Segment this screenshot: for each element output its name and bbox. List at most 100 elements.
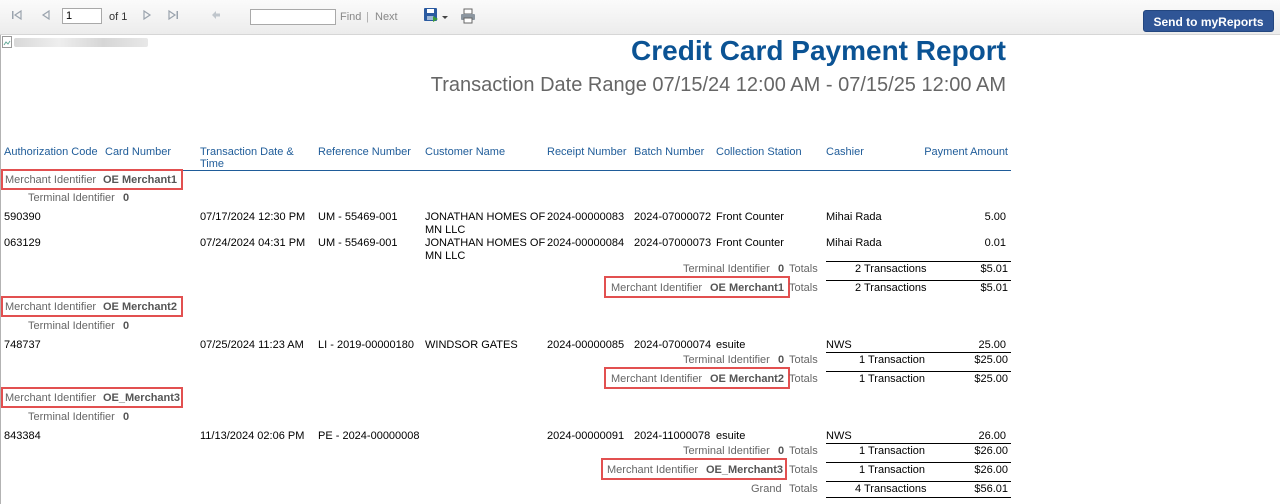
transaction-count: 1 Transaction [859,373,926,385]
send-to-myreports-button[interactable]: Send to myReports [1143,10,1274,32]
print-icon[interactable] [460,8,476,24]
page-count-label: of 1 [109,11,128,23]
customer-name-line1: JONATHAN HOMES OF [425,237,546,249]
merchant-identifier-label: Merchant Identifier [5,174,97,186]
merchant-identifier-value: OE Merchant1 [710,282,784,294]
next-page-icon[interactable] [140,9,154,23]
customer-name: WINDSOR GATES [425,339,518,351]
cashier: NWS [826,430,852,442]
auth-code: 843384 [4,430,41,442]
total-rule [826,443,1011,444]
total-rule [826,261,1011,262]
last-page-icon[interactable] [166,9,180,23]
total-rule [826,497,1011,498]
cashier: NWS [826,339,852,351]
grand-label: Grand [751,483,782,495]
collection-station: Front Counter [716,211,784,223]
reference-number: UM - 55469-001 [318,211,398,223]
total-rule [826,462,1011,463]
receipt-number: 2024-00000084 [547,237,625,249]
prev-page-icon[interactable] [39,9,53,23]
merchant-identifier-value: OE Merchant1 [103,174,177,186]
transaction-count: 1 Transaction [859,445,926,457]
batch-number: 2024-07000074 [634,339,712,351]
payment-amount: 26.00 [978,430,1006,442]
merchant-identifier-value: OE_Merchant3 [103,392,181,404]
receipt-number: 2024-00000085 [547,339,625,351]
payment-amount: 25.00 [978,339,1006,351]
total-rule [826,481,1011,482]
total-rule [826,280,1011,281]
report-logo-image [2,36,150,50]
terminal-identifier-value: 0 [778,354,785,366]
transaction-date: 07/24/2024 04:31 PM [200,237,306,249]
total-amount: $26.00 [974,464,1008,476]
collection-station: Front Counter [716,237,784,249]
col-payment-amount: Payment Amount [924,146,1008,158]
total-amount: $25.00 [974,373,1008,385]
col-customer-name: Customer Name [425,146,506,158]
merchant-identifier-label: Merchant Identifier [5,392,97,404]
report-date-range: Transaction Date Range 07/15/24 12:00 AM… [430,74,1006,96]
terminal-identifier-label: Terminal Identifier [683,354,770,366]
totals-label: Totals [789,282,818,294]
totals-label: Totals [789,354,818,366]
merchant-identifier-label: Merchant Identifier [5,301,97,313]
transaction-date: 07/25/2024 11:23 AM [200,339,304,351]
col-receipt-number: Receipt Number [547,146,627,158]
col-transaction-date-line1: Transaction Date & [200,146,294,158]
terminal-identifier-label: Terminal Identifier [28,411,115,423]
terminal-identifier-label: Terminal Identifier [683,445,770,457]
terminal-identifier-value: 0 [123,411,130,423]
transaction-count: 2 Transactions [855,263,927,275]
reference-number: PE - 2024-00000008 [318,430,420,442]
dropdown-icon[interactable] [441,10,449,24]
export-icon[interactable] [423,7,439,23]
find-link[interactable]: Find [340,11,361,23]
customer-name-line2: MN LLC [425,224,466,236]
col-reference-number: Reference Number [318,146,411,158]
report-toolbar: of 1 Find | Next Send to myReports [0,0,1280,35]
col-transaction-date-line2: Time [200,158,225,170]
customer-name-line1: JONATHAN HOMES OF [425,211,546,223]
find-separator: | [366,11,369,23]
grand-transaction-count: 4 Transactions [855,483,927,495]
transaction-count: 1 Transaction [859,464,926,476]
back-icon[interactable] [209,9,223,23]
first-page-icon[interactable] [10,9,24,23]
next-link[interactable]: Next [375,11,398,23]
find-input[interactable] [250,9,336,25]
col-transaction-date: Transaction Date & Time [200,146,294,170]
col-cashier: Cashier [826,146,864,158]
col-collection-station: Collection Station [716,146,802,158]
report-left-border [0,34,1,504]
terminal-identifier-label: Terminal Identifier [683,263,770,275]
transaction-count: 2 Transactions [855,282,927,294]
cashier: Mihai Rada [826,237,882,249]
collection-station: esuite [716,430,746,442]
auth-code: 748737 [4,339,41,351]
batch-number: 2024-11000078 [634,430,711,442]
terminal-identifier-value: 0 [123,320,130,332]
transaction-date: 07/17/2024 12:30 PM [200,211,306,223]
reference-number: LI - 2019-00000180 [318,339,415,351]
collection-station: esuite [716,339,746,351]
totals-label: Totals [789,464,818,476]
totals-label: Totals [789,483,818,495]
batch-number: 2024-07000073 [634,237,712,249]
customer-name: JONATHAN HOMES OF MN LLC [425,237,545,263]
reference-number: UM - 55469-001 [318,237,398,249]
transaction-date: 11/13/2024 02:06 PM [200,430,305,442]
col-authorization-code: Authorization Code [4,146,98,158]
terminal-identifier-label: Terminal Identifier [28,192,115,204]
auth-code: 590390 [4,211,41,223]
totals-label: Totals [789,263,818,275]
total-amount: $5.01 [980,263,1008,275]
total-rule [826,371,1011,372]
merchant-identifier-value: OE Merchant2 [710,373,784,385]
page-number-input[interactable] [62,8,102,24]
report-title: Credit Card Payment Report [631,35,1006,66]
col-batch-number: Batch Number [634,146,705,158]
terminal-identifier-value: 0 [778,263,785,275]
total-amount: $25.00 [974,354,1008,366]
